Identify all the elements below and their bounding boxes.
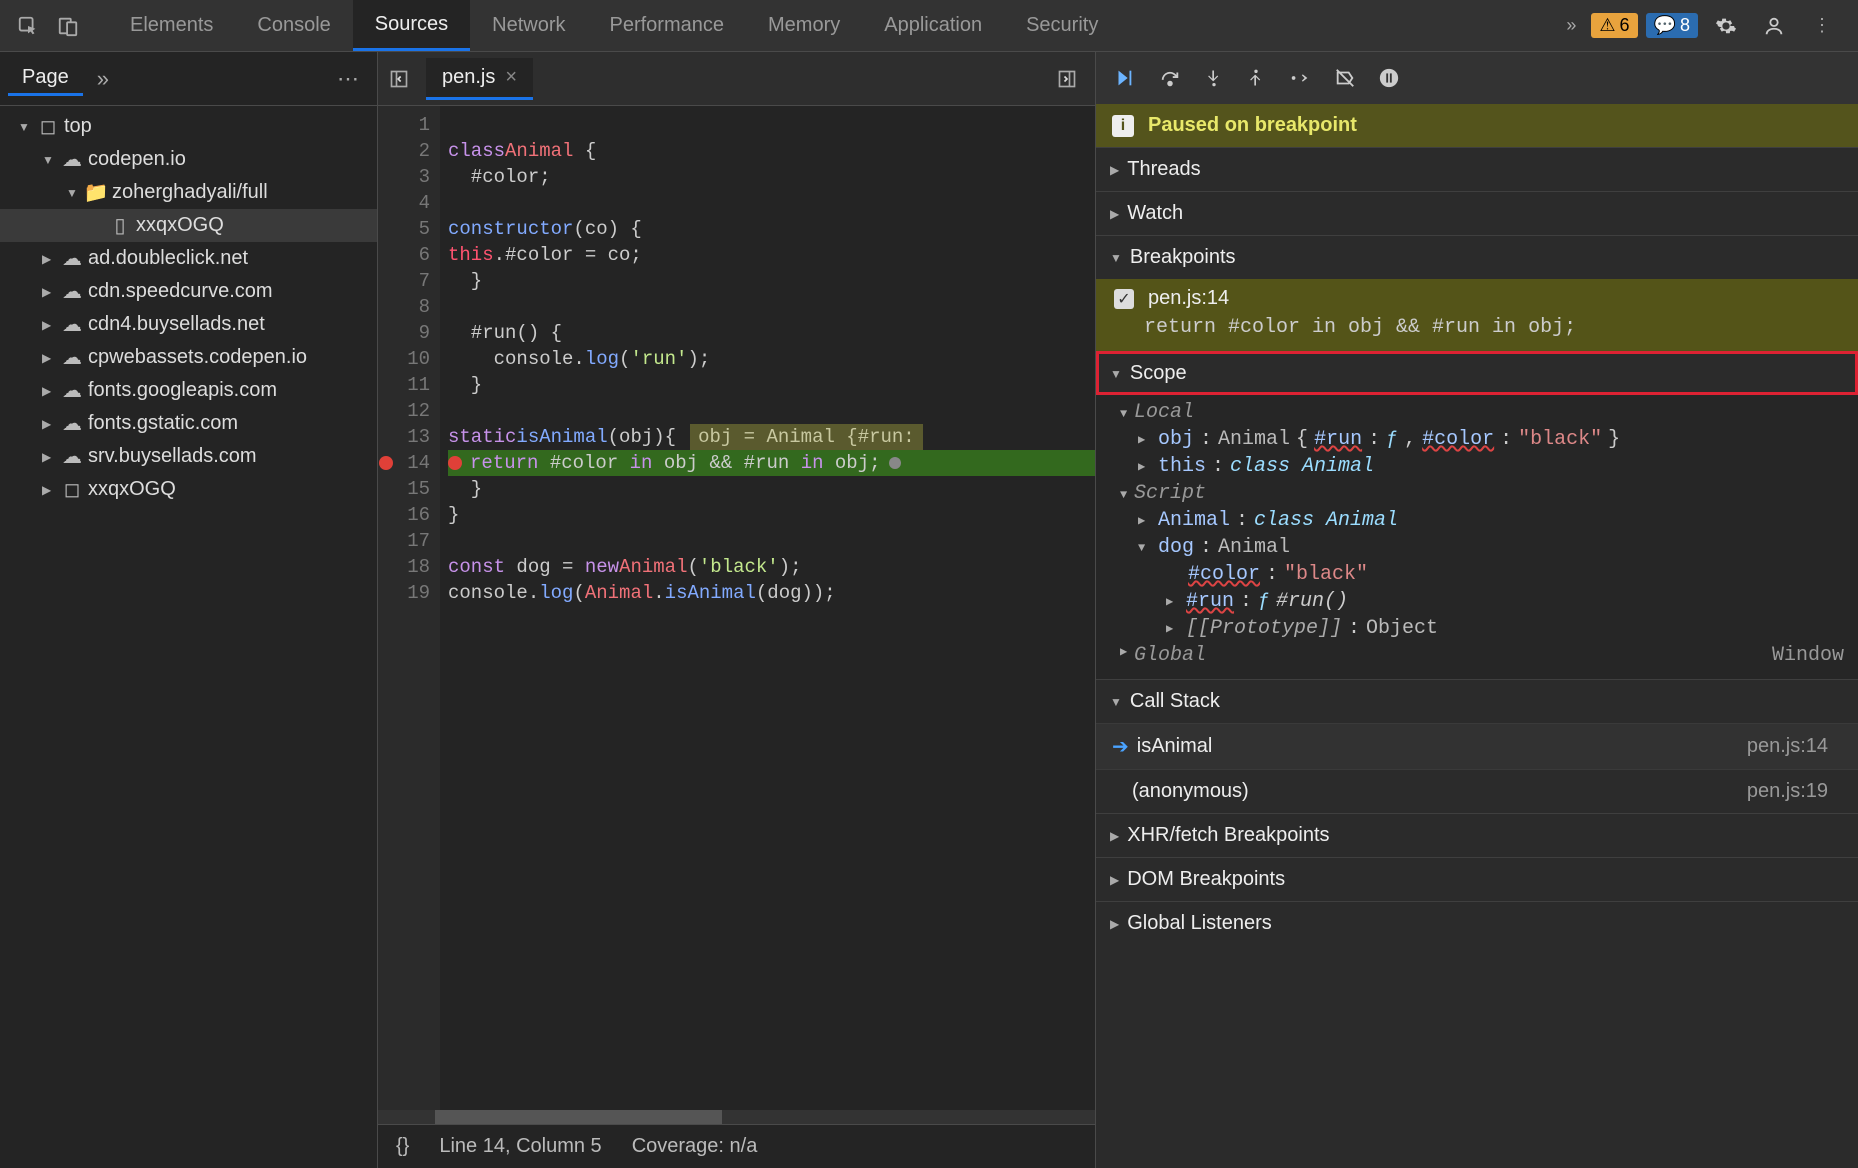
devtools-tabs-bar: ElementsConsoleSourcesNetworkPerformance…	[0, 0, 1858, 52]
cloud-icon: ☁	[62, 444, 82, 469]
cloud-icon: ☁	[62, 279, 82, 304]
scope-local-label[interactable]: Local	[1110, 399, 1858, 426]
tab-sources[interactable]: Sources	[353, 0, 470, 51]
settings-gear-icon[interactable]	[1710, 10, 1742, 42]
step-over-icon[interactable]	[1158, 67, 1182, 89]
step-out-icon[interactable]	[1246, 67, 1266, 89]
debugger-panel: i Paused on breakpoint Threads Watch Bre…	[1096, 52, 1858, 1168]
inspect-element-icon[interactable]	[12, 10, 44, 42]
line-number-gutter[interactable]: 12345678910111213141516171819	[378, 106, 440, 1110]
message-count-badge[interactable]: 💬8	[1646, 13, 1698, 38]
code-area[interactable]: class Animal { #color; constructor(co) {…	[440, 106, 1095, 1110]
deactivate-breakpoints-icon[interactable]	[1334, 67, 1356, 89]
tree-item[interactable]: ◻xxqxOGQ	[0, 473, 377, 506]
file-tab-name: pen.js	[442, 66, 495, 89]
tab-performance[interactable]: Performance	[588, 0, 747, 51]
info-icon: i	[1112, 115, 1134, 137]
tab-application[interactable]: Application	[862, 0, 1004, 51]
section-dom-breakpoints[interactable]: DOM Breakpoints	[1096, 857, 1858, 901]
file-tab[interactable]: pen.js ×	[426, 58, 533, 100]
scope-var-dog-run[interactable]: #run: ƒ #run()	[1110, 588, 1858, 615]
navigator-tabs-overflow[interactable]: »	[83, 66, 123, 92]
cloud-icon: ☁	[62, 312, 82, 337]
tree-item[interactable]: ☁codepen.io	[0, 143, 377, 176]
breakpoint-code: return #color in obj && #run in obj;	[1144, 316, 1844, 339]
section-breakpoints[interactable]: Breakpoints	[1096, 235, 1858, 279]
cloud-icon: ☁	[62, 246, 82, 271]
section-threads[interactable]: Threads	[1096, 147, 1858, 191]
cloud-icon: ☁	[62, 147, 82, 172]
horizontal-scrollbar[interactable]	[378, 1110, 1095, 1124]
tree-item[interactable]: ☁cdn4.buysellads.net	[0, 308, 377, 341]
tree-item[interactable]: ☁fonts.gstatic.com	[0, 407, 377, 440]
callstack-frame[interactable]: (anonymous)pen.js:19	[1096, 769, 1858, 813]
toggle-navigator-icon[interactable]	[384, 69, 414, 89]
folder-icon: 📁	[86, 180, 106, 205]
scope-var-dog[interactable]: dog: Animal	[1110, 534, 1858, 561]
navigator-tab-page[interactable]: Page	[8, 62, 83, 96]
device-toggle-icon[interactable]	[52, 10, 84, 42]
tab-memory[interactable]: Memory	[746, 0, 862, 51]
scope-var-this[interactable]: this: class Animal	[1110, 453, 1858, 480]
breakpoint-checkbox[interactable]: ✓	[1114, 289, 1134, 309]
more-vert-icon[interactable]: ⋮	[1806, 10, 1838, 42]
tree-item[interactable]: ☁fonts.googleapis.com	[0, 374, 377, 407]
file-icon: ▯	[110, 213, 130, 238]
tree-item[interactable]: ☁cpwebassets.codepen.io	[0, 341, 377, 374]
tree-item[interactable]: ◻top	[0, 110, 377, 143]
callstack-frame[interactable]: ➔isAnimalpen.js:14	[1096, 723, 1858, 769]
navigator-panel: Page » ⋯ ◻top☁codepen.io📁zoherghadyali/f…	[0, 52, 378, 1168]
cloud-icon: ☁	[62, 378, 82, 403]
file-tree: ◻top☁codepen.io📁zoherghadyali/full▯xxqxO…	[0, 106, 377, 1168]
toggle-debugger-icon[interactable]	[1045, 69, 1089, 89]
section-scope[interactable]: Scope	[1096, 351, 1858, 395]
navigator-more-icon[interactable]: ⋯	[327, 66, 369, 92]
paused-banner: i Paused on breakpoint	[1096, 104, 1858, 147]
scope-body: Local obj: Animal {#run: ƒ, #color: "bla…	[1096, 395, 1858, 679]
scope-script-label[interactable]: Script	[1110, 480, 1858, 507]
section-xhr-breakpoints[interactable]: XHR/fetch Breakpoints	[1096, 813, 1858, 857]
close-tab-icon[interactable]: ×	[505, 66, 517, 89]
scope-var-obj[interactable]: obj: Animal {#run: ƒ, #color: "black"}	[1110, 426, 1858, 453]
account-icon[interactable]	[1758, 10, 1790, 42]
tabs-overflow-icon[interactable]: »	[1555, 10, 1587, 42]
section-callstack[interactable]: Call Stack	[1096, 679, 1858, 723]
coverage-status: Coverage: n/a	[632, 1135, 758, 1158]
section-watch[interactable]: Watch	[1096, 191, 1858, 235]
current-frame-icon: ➔	[1112, 734, 1129, 759]
tab-console[interactable]: Console	[235, 0, 352, 51]
section-global-listeners[interactable]: Global Listeners	[1096, 901, 1858, 945]
step-into-icon[interactable]	[1204, 67, 1224, 89]
scope-var-dog-proto[interactable]: [[Prototype]]: Object	[1110, 615, 1858, 642]
tree-item[interactable]: ☁cdn.speedcurve.com	[0, 275, 377, 308]
tree-item[interactable]: 📁zoherghadyali/full	[0, 176, 377, 209]
cloud-icon: ☁	[62, 411, 82, 436]
step-icon[interactable]	[1288, 67, 1312, 89]
tree-item[interactable]: ☁ad.doubleclick.net	[0, 242, 377, 275]
window-icon: ◻	[38, 114, 58, 139]
resume-icon[interactable]	[1112, 67, 1136, 89]
cursor-position: Line 14, Column 5	[439, 1135, 601, 1158]
scope-var-animal[interactable]: Animal: class Animal	[1110, 507, 1858, 534]
scope-var-dog-color[interactable]: #color: "black"	[1110, 561, 1858, 588]
tree-item[interactable]: ☁srv.buysellads.com	[0, 440, 377, 473]
pause-exceptions-icon[interactable]	[1378, 67, 1400, 89]
window-icon: ◻	[62, 477, 82, 502]
tree-item[interactable]: ▯xxqxOGQ	[0, 209, 377, 242]
editor-panel: pen.js × 12345678910111213141516171819 c…	[378, 52, 1096, 1168]
pretty-print-icon[interactable]: {}	[396, 1135, 409, 1158]
warning-count-badge[interactable]: ⚠6	[1591, 13, 1637, 38]
tab-elements[interactable]: Elements	[108, 0, 235, 51]
scope-global-label[interactable]: GlobalWindow	[1110, 642, 1858, 669]
breakpoint-marker[interactable]	[379, 456, 393, 470]
tab-network[interactable]: Network	[470, 0, 587, 51]
tab-security[interactable]: Security	[1004, 0, 1120, 51]
breakpoint-item[interactable]: ✓pen.js:14 return #color in obj && #run …	[1096, 279, 1858, 351]
cloud-icon: ☁	[62, 345, 82, 370]
